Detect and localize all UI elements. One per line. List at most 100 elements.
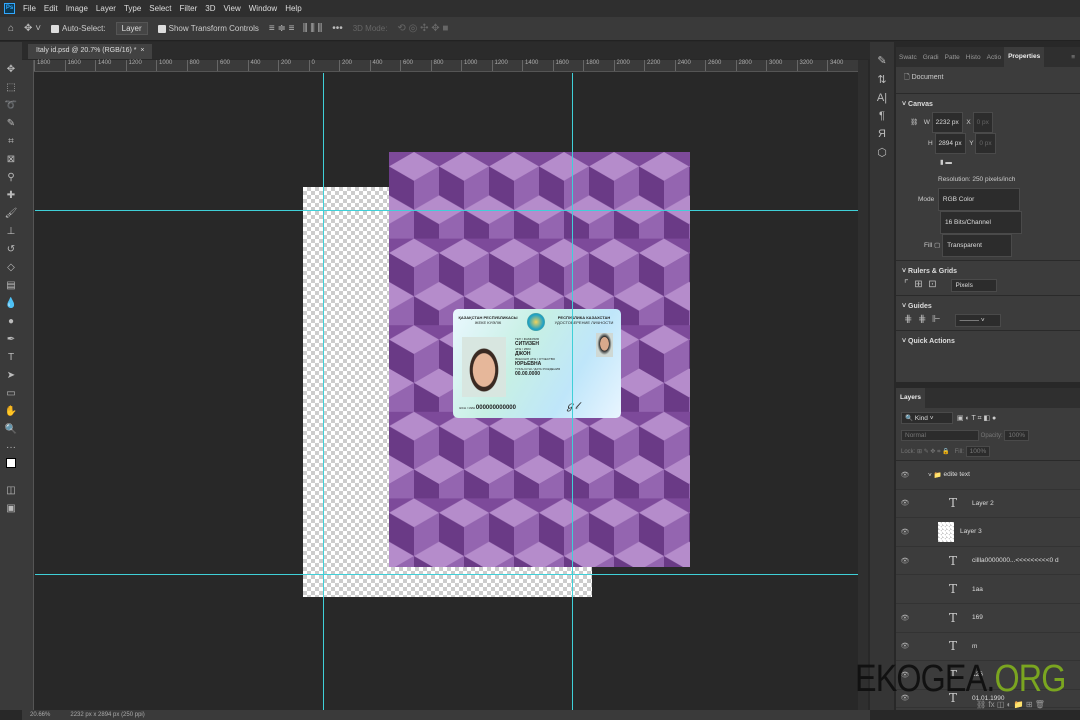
- tab-gradients[interactable]: Gradi: [920, 54, 942, 61]
- landscape-orientation-icon[interactable]: ▬: [945, 159, 952, 166]
- blur-tool-icon[interactable]: 💧: [4, 296, 18, 311]
- layer-actions-bar[interactable]: ⛓ fx ◫ ◐ 📁 ⊞ 🗑: [976, 700, 1045, 709]
- smart-guides-icon[interactable]: ⊩: [932, 314, 941, 325]
- type-tool-icon[interactable]: T: [4, 350, 18, 365]
- menu-view[interactable]: View: [224, 4, 241, 13]
- pen-tool-icon[interactable]: ✒: [4, 332, 18, 347]
- brush-tool-icon[interactable]: 🖌: [4, 206, 18, 221]
- crop-tool-icon[interactable]: ⌗: [4, 134, 18, 149]
- auto-select-checkbox[interactable]: Auto-Select:: [51, 24, 106, 33]
- lasso-tool-icon[interactable]: ➰: [4, 98, 18, 113]
- frame-tool-icon[interactable]: ⊠: [4, 152, 18, 167]
- vertical-ruler[interactable]: [22, 60, 34, 710]
- guide-vertical[interactable]: [572, 73, 573, 710]
- layer-row[interactable]: 👁 Layer 3: [896, 518, 1080, 547]
- fill-dropdown[interactable]: Transparent: [942, 234, 1013, 257]
- layer-kind-filter[interactable]: 🔍 Kind ˅: [901, 412, 953, 424]
- more-options-button[interactable]: •••: [332, 23, 343, 34]
- menu-type[interactable]: Type: [124, 4, 141, 13]
- guide-vertical[interactable]: [323, 73, 324, 710]
- mode-dropdown[interactable]: RGB Color: [937, 188, 1020, 211]
- 3d-icon[interactable]: ⬡: [877, 146, 887, 159]
- history-brush-icon[interactable]: ↺: [4, 242, 18, 257]
- layer-group-row[interactable]: 👁 ˅ 📁 edite text: [896, 461, 1080, 490]
- healing-tool-icon[interactable]: ✚: [4, 188, 18, 203]
- gradient-tool-icon[interactable]: ▤: [4, 278, 18, 293]
- move-tool-icon[interactable]: ✥: [4, 62, 18, 77]
- tab-swatches[interactable]: Swatc: [896, 54, 920, 61]
- guide-style-dropdown[interactable]: ——— ˅: [954, 314, 1001, 327]
- layer-row[interactable]: 👁 Tcillla0000000...<<<<<<<<<0 d: [896, 547, 1080, 576]
- paragraph-icon[interactable]: ¶: [879, 110, 885, 122]
- lock-guides-icon[interactable]: ⋕: [918, 314, 926, 325]
- menu-window[interactable]: Window: [249, 4, 277, 13]
- hand-tool-icon[interactable]: ✋: [4, 404, 18, 419]
- guide-horizontal[interactable]: [35, 210, 858, 211]
- panel-menu-icon[interactable]: ≡: [1068, 54, 1080, 61]
- menu-3d[interactable]: 3D: [205, 4, 215, 13]
- home-icon[interactable]: ⌂: [8, 23, 14, 34]
- zoom-tool-icon[interactable]: 🔍: [4, 422, 18, 437]
- document-tab[interactable]: Italy id.psd @ 20.7% (RGB/16) * ×: [28, 44, 153, 59]
- portrait-orientation-icon[interactable]: ▮: [940, 159, 944, 166]
- more-tools-icon[interactable]: ···: [4, 440, 18, 455]
- tab-patterns[interactable]: Patte: [942, 54, 963, 61]
- shape-tool-icon[interactable]: ▭: [4, 386, 18, 401]
- horizontal-ruler[interactable]: 1800 1600 1400 1200 1000 800 600 400 200 0 200 400 6…: [34, 60, 858, 72]
- layer-row[interactable]: 👁 Tm: [896, 633, 1080, 662]
- quick-mask-icon[interactable]: ◫: [4, 483, 18, 498]
- menu-file[interactable]: File: [23, 4, 36, 13]
- layer-row[interactable]: T 1aa: [896, 575, 1080, 604]
- layer-row[interactable]: 👁 T 169: [896, 604, 1080, 633]
- pixel-grid-icon[interactable]: ⊡: [928, 279, 936, 290]
- link-icon[interactable]: ⛓: [910, 119, 918, 126]
- menu-edit[interactable]: Edit: [44, 4, 58, 13]
- lock-icons[interactable]: ⊞ ✎ ✥ ⌗ 🔒: [917, 449, 950, 455]
- visibility-eye-icon[interactable]: 👁: [896, 471, 914, 479]
- menu-help[interactable]: Help: [285, 4, 301, 13]
- visibility-eye-icon[interactable]: 👁: [896, 528, 914, 536]
- visibility-eye-icon[interactable]: 👁: [896, 499, 914, 507]
- eraser-tool-icon[interactable]: ◇: [4, 260, 18, 275]
- visibility-eye-icon[interactable]: 👁: [896, 614, 914, 622]
- guide-horizontal[interactable]: [35, 574, 858, 575]
- tab-history[interactable]: Histo: [963, 54, 984, 61]
- path-select-tool-icon[interactable]: ➤: [4, 368, 18, 383]
- show-transform-checkbox[interactable]: Show Transform Controls: [157, 24, 259, 33]
- tab-layers[interactable]: Layers: [896, 388, 925, 408]
- canvas-area[interactable]: ҚАЗАҚСТАН РЕСПУБЛИКАСЫ ЖЕКЕ КУӘЛІК РЕСПУБ…: [35, 73, 858, 710]
- close-tab-icon[interactable]: ×: [140, 47, 144, 54]
- canvas-scrollbar[interactable]: [858, 60, 868, 710]
- tab-actions[interactable]: Actio: [984, 54, 1004, 61]
- adjustments-icon[interactable]: ⇅: [877, 73, 886, 86]
- guides-toggle-icon[interactable]: ⋕: [904, 314, 912, 325]
- align-icons[interactable]: ≡ ≑ ≡ ⫼ ⫼ ⫼: [269, 23, 322, 34]
- dodge-tool-icon[interactable]: ●: [4, 314, 18, 329]
- character-icon[interactable]: A|: [877, 92, 887, 104]
- menu-layer[interactable]: Layer: [96, 4, 116, 13]
- ruler-units-dropdown[interactable]: Pixels: [950, 279, 997, 292]
- stamp-tool-icon[interactable]: ⊥: [4, 224, 18, 239]
- menu-image[interactable]: Image: [66, 4, 88, 13]
- quick-select-tool-icon[interactable]: ✎: [4, 116, 18, 131]
- screen-mode-icon[interactable]: ▣: [4, 501, 18, 516]
- ruler-toggle-icon[interactable]: ⌜: [904, 279, 909, 290]
- visibility-eye-icon[interactable]: 👁: [896, 557, 914, 565]
- auto-select-dropdown[interactable]: Layer: [115, 22, 148, 35]
- menu-select[interactable]: Select: [149, 4, 171, 13]
- zoom-level[interactable]: 20.66%: [30, 712, 50, 718]
- eyedropper-tool-icon[interactable]: ⚲: [4, 170, 18, 185]
- menu-filter[interactable]: Filter: [180, 4, 198, 13]
- visibility-eye-icon[interactable]: 👁: [896, 642, 914, 650]
- layer-row[interactable]: 👁 T Layer 2: [896, 490, 1080, 519]
- bit-depth-dropdown[interactable]: 16 Bits/Channel: [940, 211, 1022, 234]
- glyphs-icon[interactable]: Я: [878, 128, 886, 140]
- tab-properties[interactable]: Properties: [1004, 47, 1045, 67]
- filter-icons[interactable]: ▣ ◐ T ⌗ ◧ ●: [957, 415, 996, 422]
- marquee-tool-icon[interactable]: ⬚: [4, 80, 18, 95]
- grid-toggle-icon[interactable]: ⊞: [914, 279, 922, 290]
- color-swatches-icon[interactable]: [4, 458, 18, 480]
- move-tool-icon[interactable]: ✥ ˅: [24, 23, 41, 34]
- brush-settings-icon[interactable]: ✎: [877, 54, 886, 67]
- height-field[interactable]: 2894 px: [934, 133, 966, 154]
